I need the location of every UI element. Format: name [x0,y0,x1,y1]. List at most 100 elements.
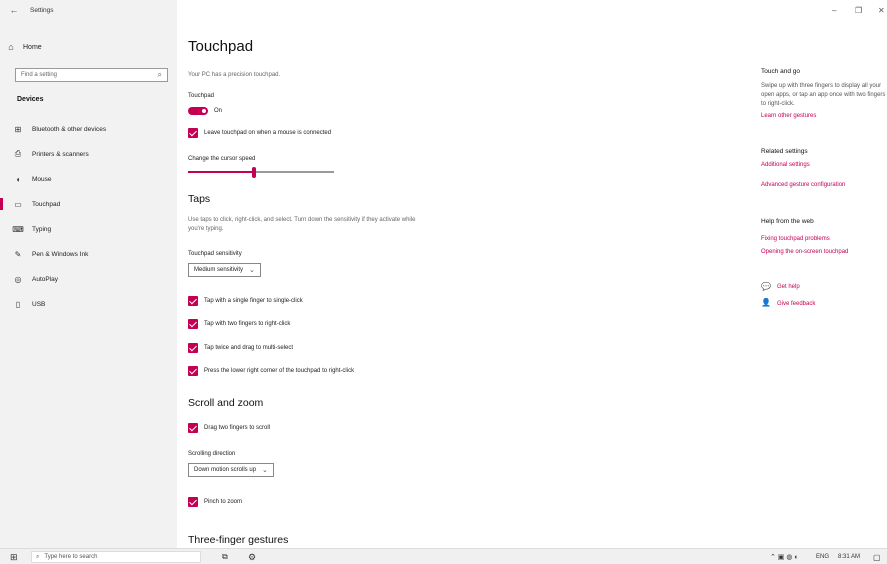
back-arrow-icon[interactable]: ← [5,5,23,15]
sensitivity-value: Medium sensitivity [194,267,244,273]
tap-drag-checkbox[interactable] [188,343,198,353]
sidebar-item-bluetooth[interactable]: ⊞ Bluetooth & other devices [0,118,177,140]
sensitivity-label: Touchpad sensitivity [188,251,242,257]
scroll-direction-dropdown[interactable]: Down motion scrolls up ⌄ [188,463,274,477]
search-input[interactable]: Find a setting ⌕ [15,68,168,82]
fixing-touchpad-link[interactable]: Fixing touchpad problems [761,236,830,242]
bluetooth-devices-icon: ⊞ [14,124,22,134]
tap-single-checkbox[interactable] [188,296,198,306]
clock[interactable]: 8:31 AM [838,549,860,564]
usb-icon: ▯ [15,299,21,309]
tap-corner-checkbox[interactable] [188,366,198,376]
touchpad-toggle-row: On [188,107,222,115]
sidebar-item-label: Printers & scanners [32,150,89,158]
sidebar-item-label: USB [32,300,46,308]
chevron-down-icon: ⌄ [249,267,255,274]
printer-icon: ⎙ [14,149,22,158]
home-icon: ⌂ [8,42,14,52]
related-settings-heading: Related settings [761,148,808,155]
touchpad-icon: ▭ [14,199,22,209]
touchpad-toggle[interactable] [188,107,208,115]
pen-icon: ✎ [14,249,22,259]
scroll-direction-value: Down motion scrolls up [194,467,257,473]
get-help-link[interactable]: Get help [777,284,800,290]
drag-scroll-checkbox[interactable] [188,423,198,433]
slider-fill [188,171,254,173]
sidebar-item-mouse[interactable]: ◖ Mouse [0,168,177,190]
taskbar-search-input[interactable]: ⌕ Type here to search [31,551,201,563]
sidebar-item-touchpad[interactable]: ▭ Touchpad [0,193,177,215]
autoplay-icon: ◎ [14,274,22,284]
sidebar: ← Settings ⌂ Home Find a setting ⌕ Devic… [0,0,177,548]
onscreen-touchpad-link[interactable]: Opening the on-screen touchpad [761,249,848,255]
chevron-down-icon: ⌄ [262,467,268,474]
touch-go-text: Swipe up with three fingers to display a… [761,83,886,107]
advanced-gesture-link[interactable]: Advanced gesture configuration [761,182,845,188]
task-view-icon[interactable]: ⧉ [222,549,228,564]
system-tray-icons[interactable]: ⌃ ▣ ◍ ◐ [770,549,799,564]
tap-option-label: Tap with two fingers to right-click [204,321,291,327]
keyboard-icon: ⌨ [12,224,24,234]
app-title: Settings [30,6,54,14]
cursor-speed-label: Change the cursor speed [188,156,256,162]
mouse-icon: ◖ [15,174,21,184]
slider-thumb[interactable] [251,167,256,178]
sidebar-item-label: Pen & Windows Ink [32,250,89,258]
home-label: Home [23,43,42,51]
touchpad-toggle-label: Touchpad [188,93,215,99]
pinch-zoom-label: Pinch to zoom [204,499,243,505]
settings-gear-icon[interactable]: ⚙ [248,549,256,564]
tap-option-label: Press the lower right corner of the touc… [204,368,355,374]
title-bar: ← Settings [0,0,177,20]
tap-option-label: Tap with a single finger to single-click [204,298,303,304]
taps-description: Use taps to click, right-click, and sele… [188,217,416,232]
learn-gestures-link[interactable]: Learn other gestures [761,113,816,119]
sidebar-item-home[interactable]: ⌂ Home [5,42,42,52]
tap-option-row[interactable]: Tap with two fingers to right-click [188,319,290,329]
leave-on-checkbox-row[interactable]: Leave touchpad on when a mouse is connec… [188,128,331,138]
sidebar-item-label: Mouse [32,175,52,183]
pinch-zoom-checkbox[interactable] [188,497,198,507]
tap-option-row[interactable]: Press the lower right corner of the touc… [188,366,354,376]
touch-go-heading: Touch and go [761,68,801,75]
sensitivity-dropdown[interactable]: Medium sensitivity ⌄ [188,263,261,277]
language-indicator[interactable]: ENG [816,549,829,564]
sidebar-item-printers[interactable]: ⎙ Printers & scanners [0,143,177,165]
leave-on-label: Leave touchpad on when a mouse is connec… [204,130,332,136]
search-icon: ⌕ [36,553,40,560]
start-icon[interactable]: ⊞ [10,549,18,564]
search-placeholder: Find a setting [21,72,58,78]
tap-option-row[interactable]: Tap with a single finger to single-click [188,296,303,306]
notifications-icon[interactable]: ▢ [873,549,881,564]
sidebar-item-label: Bluetooth & other devices [32,125,107,133]
tap-option-label: Tap twice and drag to multi-select [204,345,294,351]
three-finger-heading: Three-finger gestures [188,534,289,546]
sidebar-item-label: AutoPlay [32,275,59,283]
get-help-icon: 💬 [761,282,771,291]
taskbar: ⊞ ⌕ Type here to search ⧉ ⚙ ⌃ ▣ ◍ ◐ ENG … [0,548,887,564]
scroll-direction-label: Scrolling direction [188,451,236,457]
taps-heading: Taps [188,193,211,205]
feedback-icon: 👤 [761,298,771,307]
precision-note: Your PC has a precision touchpad. [188,72,281,78]
help-web-heading: Help from the web [761,218,814,225]
taskbar-search-placeholder: Type here to search [44,554,98,560]
page-title: Touchpad [188,38,254,55]
sidebar-item-usb[interactable]: ▯ USB [0,293,177,315]
section-heading-devices: Devices [17,96,44,103]
give-feedback-link[interactable]: Give feedback [777,301,815,307]
drag-scroll-label: Drag two fingers to scroll [204,425,271,431]
pinch-zoom-row[interactable]: Pinch to zoom [188,497,242,507]
sidebar-item-typing[interactable]: ⌨ Typing [0,218,177,240]
leave-on-checkbox[interactable] [188,128,198,138]
tap-two-fingers-checkbox[interactable] [188,319,198,329]
drag-scroll-row[interactable]: Drag two fingers to scroll [188,423,270,433]
sidebar-item-label: Touchpad [32,200,61,208]
sidebar-item-pen[interactable]: ✎ Pen & Windows Ink [0,243,177,265]
additional-settings-link[interactable]: Additional settings [761,162,810,168]
scroll-zoom-heading: Scroll and zoom [188,397,264,409]
toggle-state: On [214,108,223,114]
sidebar-item-autoplay[interactable]: ◎ AutoPlay [0,268,177,290]
sidebar-item-label: Typing [32,225,52,233]
tap-option-row[interactable]: Tap twice and drag to multi-select [188,343,293,353]
